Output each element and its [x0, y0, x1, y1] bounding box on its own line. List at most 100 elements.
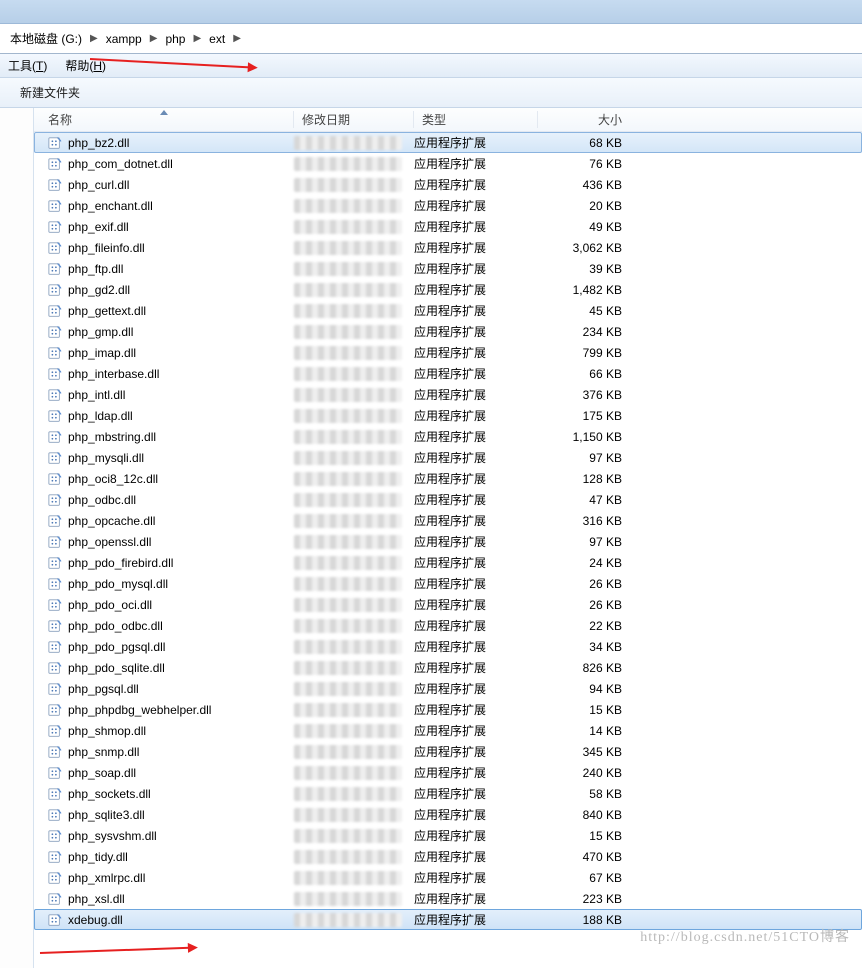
address-bar[interactable]: 本地磁盘 (G:)▶xampp▶php▶ext▶ [0, 24, 862, 54]
dll-file-icon [48, 766, 62, 780]
file-name: php_ftp.dll [68, 262, 123, 276]
menu-tools[interactable]: 工具(T) [8, 57, 47, 74]
column-header-date[interactable]: 修改日期 [294, 111, 414, 128]
file-size: 15 KB [538, 703, 638, 717]
file-type: 应用程序扩展 [414, 911, 538, 928]
dll-file-icon [48, 514, 62, 528]
file-row[interactable]: php_gd2.dll应用程序扩展1,482 KB [34, 279, 862, 300]
file-type: 应用程序扩展 [414, 197, 538, 214]
file-size: 97 KB [538, 535, 638, 549]
date-blurred [294, 619, 402, 633]
file-size: 39 KB [538, 262, 638, 276]
column-header-type[interactable]: 类型 [414, 111, 538, 128]
date-blurred [294, 724, 402, 738]
file-size: 1,150 KB [538, 430, 638, 444]
file-row[interactable]: php_mysqli.dll应用程序扩展97 KB [34, 447, 862, 468]
file-type: 应用程序扩展 [414, 302, 538, 319]
date-blurred [294, 346, 402, 360]
file-row[interactable]: php_xsl.dll应用程序扩展223 KB [34, 888, 862, 909]
file-row[interactable]: php_sqlite3.dll应用程序扩展840 KB [34, 804, 862, 825]
file-row[interactable]: php_imap.dll应用程序扩展799 KB [34, 342, 862, 363]
file-size: 20 KB [538, 199, 638, 213]
file-row[interactable]: php_phpdbg_webhelper.dll应用程序扩展15 KB [34, 699, 862, 720]
toolbar: 新建文件夹 [0, 78, 862, 108]
file-row[interactable]: php_ftp.dll应用程序扩展39 KB [34, 258, 862, 279]
dll-file-icon [48, 577, 62, 591]
date-blurred [294, 598, 402, 612]
file-row[interactable]: php_bz2.dll应用程序扩展68 KB [34, 132, 862, 153]
file-row[interactable]: php_opcache.dll应用程序扩展316 KB [34, 510, 862, 531]
file-type: 应用程序扩展 [414, 680, 538, 697]
file-row[interactable]: php_pdo_odbc.dll应用程序扩展22 KB [34, 615, 862, 636]
file-row[interactable]: php_gmp.dll应用程序扩展234 KB [34, 321, 862, 342]
file-row[interactable]: php_shmop.dll应用程序扩展14 KB [34, 720, 862, 741]
file-row[interactable]: php_gettext.dll应用程序扩展45 KB [34, 300, 862, 321]
date-blurred [294, 808, 402, 822]
file-row[interactable]: php_oci8_12c.dll应用程序扩展128 KB [34, 468, 862, 489]
file-row[interactable]: php_com_dotnet.dll应用程序扩展76 KB [34, 153, 862, 174]
dll-file-icon [48, 892, 62, 906]
file-row[interactable]: php_pdo_firebird.dll应用程序扩展24 KB [34, 552, 862, 573]
file-row[interactable]: php_odbc.dll应用程序扩展47 KB [34, 489, 862, 510]
file-row[interactable]: php_pdo_mysql.dll应用程序扩展26 KB [34, 573, 862, 594]
file-type: 应用程序扩展 [414, 575, 538, 592]
file-name: php_mysqli.dll [68, 451, 144, 465]
breadcrumb-item[interactable]: 本地磁盘 (G:) [8, 30, 84, 47]
file-row[interactable]: php_mbstring.dll应用程序扩展1,150 KB [34, 426, 862, 447]
breadcrumb-item[interactable]: php [163, 32, 187, 46]
file-row[interactable]: php_snmp.dll应用程序扩展345 KB [34, 741, 862, 762]
chevron-right-icon[interactable]: ▶ [227, 33, 247, 44]
file-row[interactable]: php_pdo_oci.dll应用程序扩展26 KB [34, 594, 862, 615]
file-type: 应用程序扩展 [414, 386, 538, 403]
file-size: 58 KB [538, 787, 638, 801]
nav-pane-collapsed[interactable] [0, 108, 34, 968]
file-row[interactable]: php_pdo_pgsql.dll应用程序扩展34 KB [34, 636, 862, 657]
date-blurred [294, 892, 402, 906]
date-blurred [294, 157, 402, 171]
file-name: php_shmop.dll [68, 724, 146, 738]
file-row[interactable]: php_sysvshm.dll应用程序扩展15 KB [34, 825, 862, 846]
file-row[interactable]: php_curl.dll应用程序扩展436 KB [34, 174, 862, 195]
date-blurred [294, 178, 402, 192]
file-row[interactable]: php_fileinfo.dll应用程序扩展3,062 KB [34, 237, 862, 258]
file-type: 应用程序扩展 [414, 596, 538, 613]
menu-help[interactable]: 帮助(H) [65, 57, 106, 74]
column-header-size[interactable]: 大小 [538, 111, 638, 128]
file-row[interactable]: php_interbase.dll应用程序扩展66 KB [34, 363, 862, 384]
chevron-right-icon[interactable]: ▶ [144, 33, 164, 44]
date-blurred [294, 640, 402, 654]
breadcrumb-item[interactable]: ext [207, 32, 227, 46]
column-header-name[interactable]: 名称 [34, 111, 294, 128]
file-row[interactable]: php_soap.dll应用程序扩展240 KB [34, 762, 862, 783]
file-row[interactable]: php_enchant.dll应用程序扩展20 KB [34, 195, 862, 216]
file-type: 应用程序扩展 [414, 638, 538, 655]
file-row[interactable]: php_ldap.dll应用程序扩展175 KB [34, 405, 862, 426]
chevron-right-icon[interactable]: ▶ [84, 33, 104, 44]
file-type: 应用程序扩展 [414, 890, 538, 907]
file-name: php_openssl.dll [68, 535, 151, 549]
file-type: 应用程序扩展 [414, 701, 538, 718]
dll-file-icon [48, 619, 62, 633]
dll-file-icon [48, 241, 62, 255]
file-type: 应用程序扩展 [414, 470, 538, 487]
dll-file-icon [48, 430, 62, 444]
file-row[interactable]: php_xmlrpc.dll应用程序扩展67 KB [34, 867, 862, 888]
file-size: 234 KB [538, 325, 638, 339]
file-row[interactable]: php_openssl.dll应用程序扩展97 KB [34, 531, 862, 552]
file-row[interactable]: php_pgsql.dll应用程序扩展94 KB [34, 678, 862, 699]
file-row[interactable]: php_intl.dll应用程序扩展376 KB [34, 384, 862, 405]
breadcrumb-item[interactable]: xampp [104, 32, 144, 46]
new-folder-button[interactable]: 新建文件夹 [20, 84, 80, 101]
file-row[interactable]: php_sockets.dll应用程序扩展58 KB [34, 783, 862, 804]
file-name: php_bz2.dll [68, 136, 129, 150]
file-type: 应用程序扩展 [414, 218, 538, 235]
dll-file-icon [48, 724, 62, 738]
file-row[interactable]: php_tidy.dll应用程序扩展470 KB [34, 846, 862, 867]
dll-file-icon [48, 493, 62, 507]
file-row[interactable]: php_pdo_sqlite.dll应用程序扩展826 KB [34, 657, 862, 678]
chevron-right-icon[interactable]: ▶ [187, 33, 207, 44]
file-type: 应用程序扩展 [414, 806, 538, 823]
file-row[interactable]: xdebug.dll应用程序扩展188 KB [34, 909, 862, 930]
file-name: php_fileinfo.dll [68, 241, 145, 255]
file-row[interactable]: php_exif.dll应用程序扩展49 KB [34, 216, 862, 237]
